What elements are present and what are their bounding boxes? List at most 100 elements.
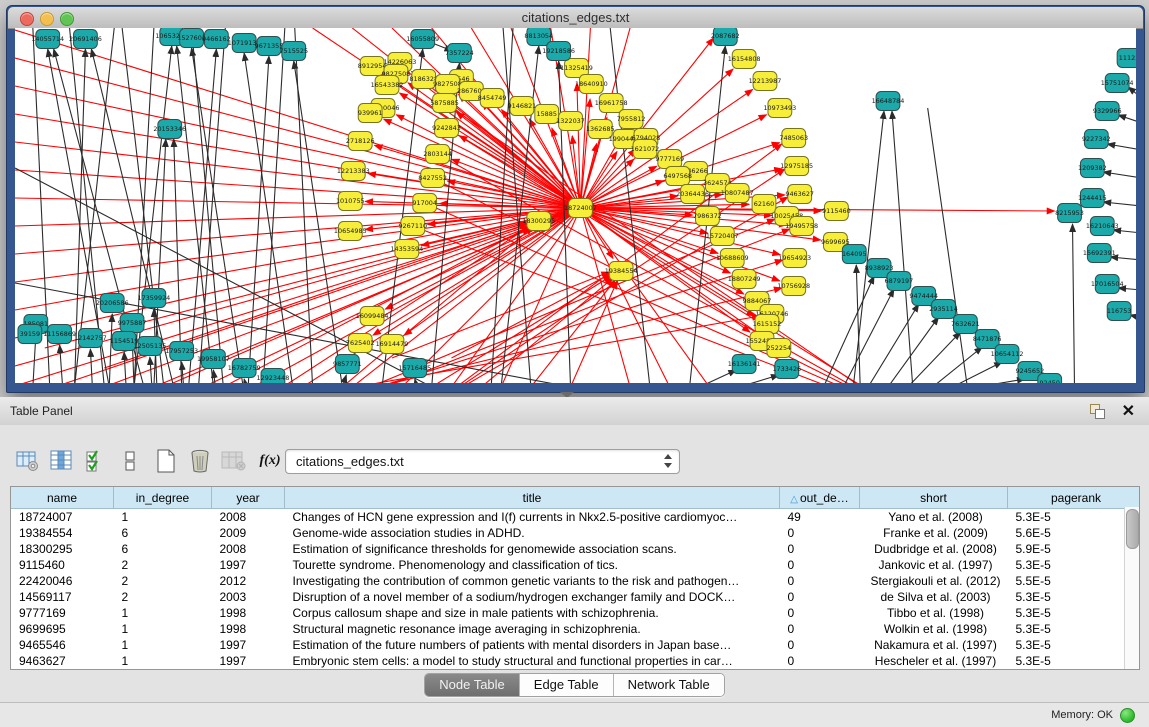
graph-node-yellow[interactable]: 7955812 bbox=[617, 110, 646, 129]
table-cell[interactable]: 6 bbox=[114, 541, 212, 557]
delete-table-icon[interactable] bbox=[186, 448, 214, 474]
graph-edge[interactable] bbox=[928, 108, 968, 383]
row-height-icon[interactable] bbox=[116, 448, 144, 474]
table-cell[interactable]: 2012 bbox=[212, 573, 285, 589]
graph-node-yellow[interactable]: 10688609 bbox=[716, 249, 749, 268]
graph-node-teal[interactable]: 1733426 bbox=[772, 360, 801, 379]
table-row[interactable]: 946554611997Estimation of the future num… bbox=[11, 637, 1140, 653]
graph-node-yellow[interactable]: 8454749 bbox=[478, 89, 507, 108]
table-cell[interactable]: Dudbridge et al. (2008) bbox=[860, 541, 1008, 557]
table-cell[interactable]: 9777169 bbox=[11, 605, 114, 621]
graph-node-teal[interactable]: 16136141 bbox=[728, 355, 761, 374]
table-cell[interactable]: 1 bbox=[114, 621, 212, 637]
table-row[interactable]: 911546021997Tourette syndrome. Phenomeno… bbox=[11, 557, 1140, 573]
table-cell[interactable]: Franke et al. (2009) bbox=[860, 525, 1008, 541]
table-cell[interactable]: Wolkin et al. (1998) bbox=[860, 621, 1008, 637]
graph-node-yellow[interactable]: 12975185 bbox=[780, 157, 813, 176]
table-cell[interactable]: 0 bbox=[780, 605, 860, 621]
graph-node-teal[interactable]: 11123 bbox=[1117, 49, 1136, 68]
graph-node-yellow[interactable]: 1615152 bbox=[753, 315, 782, 334]
select-all-columns-icon[interactable] bbox=[82, 448, 110, 474]
graph-node-yellow[interactable]: 9242843 bbox=[432, 119, 461, 138]
table-cell[interactable]: 18724007 bbox=[11, 509, 114, 526]
column-header-pagerank[interactable]: pagerank bbox=[1008, 487, 1141, 509]
table-cell[interactable]: 0 bbox=[780, 573, 860, 589]
column-header-short[interactable]: short bbox=[860, 487, 1008, 509]
tab-network-table[interactable]: Network Table bbox=[614, 674, 724, 696]
column-header-title[interactable]: title bbox=[285, 487, 780, 509]
graph-edge[interactable] bbox=[392, 272, 609, 358]
graph-edge[interactable] bbox=[15, 208, 580, 254]
scrollbar-thumb[interactable] bbox=[1126, 509, 1139, 549]
graph-edge[interactable] bbox=[90, 349, 92, 383]
graph-node-yellow[interactable]: 14353594 bbox=[390, 240, 423, 259]
graph-node-teal[interactable]: 12505135 bbox=[134, 337, 167, 356]
graph-node-teal[interactable]: 9329966 bbox=[1093, 102, 1122, 121]
table-cell[interactable]: 22420046 bbox=[11, 573, 114, 589]
table-row[interactable]: 1872400712008Changes of HCN gene express… bbox=[11, 509, 1140, 526]
graph-edge[interactable] bbox=[739, 375, 779, 383]
graph-node-teal[interactable]: 17957253 bbox=[165, 342, 198, 361]
graph-node-yellow[interactable]: 7625402 bbox=[346, 334, 375, 353]
graph-node-teal[interactable]: 6879197 bbox=[885, 272, 914, 291]
graph-edge[interactable] bbox=[402, 208, 581, 383]
graph-node-yellow[interactable]: 12213987 bbox=[749, 72, 782, 91]
table-cell[interactable]: 5.3E-5 bbox=[1008, 509, 1141, 526]
graph-node-teal[interactable]: 10654112 bbox=[991, 345, 1024, 364]
column-header-year[interactable]: year bbox=[212, 487, 285, 509]
table-cell[interactable]: 5.6E-5 bbox=[1008, 525, 1141, 541]
graph-node-yellow[interactable]: 6497568 bbox=[663, 167, 692, 186]
table-cell[interactable]: 1 bbox=[114, 605, 212, 621]
graph-edge[interactable] bbox=[15, 142, 580, 208]
graph-node-yellow[interactable]: 9146821 bbox=[508, 97, 537, 116]
graph-node-teal[interactable]: 15751074 bbox=[1101, 74, 1134, 93]
graph-node-teal[interactable]: 20691406 bbox=[69, 30, 102, 49]
graph-node-teal[interactable]: 19218586 bbox=[542, 42, 575, 61]
table-row[interactable]: 2242004622012Investigating the contribut… bbox=[11, 573, 1140, 589]
graph-node-teal[interactable]: 17016504 bbox=[1091, 275, 1124, 294]
graph-node-yellow[interactable]: 10756928 bbox=[777, 277, 810, 296]
table-cell[interactable]: 18300295 bbox=[11, 541, 114, 557]
table-cell[interactable]: 9115460 bbox=[11, 557, 114, 573]
table-cell[interactable]: 1997 bbox=[212, 557, 285, 573]
table-cell[interactable]: 19384554 bbox=[11, 525, 114, 541]
graph-edge[interactable] bbox=[109, 314, 112, 383]
graph-edge[interactable] bbox=[1118, 288, 1136, 290]
graph-edge[interactable] bbox=[843, 289, 894, 383]
graph-node-yellow[interactable]: 12213383 bbox=[337, 162, 370, 181]
graph-node-yellow[interactable]: 5875885 bbox=[430, 94, 459, 113]
table-cell[interactable]: 0 bbox=[780, 541, 860, 557]
graph-node-yellow[interactable]: 16914479 bbox=[376, 335, 409, 354]
graph-node-teal[interactable]: 8215953 bbox=[1055, 204, 1084, 223]
graph-edge[interactable] bbox=[295, 28, 313, 383]
table-cell[interactable]: Embryonic stem cells: a model to study s… bbox=[285, 653, 780, 669]
table-scrollbar[interactable] bbox=[1124, 507, 1139, 669]
table-cell[interactable]: de Silva et al. (2003) bbox=[860, 589, 1008, 605]
table-cell[interactable]: Disruption of a novel member of a sodium… bbox=[285, 589, 780, 605]
memory-indicator-icon[interactable] bbox=[1120, 708, 1135, 723]
table-cell[interactable]: 2 bbox=[114, 589, 212, 605]
table-cell[interactable]: 2008 bbox=[212, 509, 285, 526]
table-cell[interactable]: 1997 bbox=[212, 637, 285, 653]
graph-node-yellow[interactable]: 62160 bbox=[752, 195, 776, 214]
graph-node-yellow[interactable]: 19654923 bbox=[778, 249, 811, 268]
graph-edge[interactable] bbox=[977, 379, 1025, 383]
graph-edge[interactable] bbox=[15, 198, 580, 208]
graph-node-yellow[interactable]: 252254 bbox=[767, 339, 792, 358]
graph-node-teal[interactable]: 17359924 bbox=[137, 289, 170, 308]
graph-node-teal[interactable]: 15716485 bbox=[398, 359, 431, 378]
graph-node-yellow[interactable]: 20364436 bbox=[676, 185, 709, 204]
graph-node-teal[interactable]: 20206586 bbox=[96, 294, 129, 313]
graph-edge[interactable] bbox=[908, 332, 961, 383]
graph-node-teal[interactable]: 2935114 bbox=[929, 300, 958, 319]
graph-edge[interactable] bbox=[124, 352, 126, 383]
graph-node-yellow[interactable]: 16543382 bbox=[371, 76, 404, 95]
graph-node-teal[interactable]: 12142757 bbox=[74, 329, 107, 348]
graph-node-yellow[interactable]: 18724007 bbox=[564, 199, 597, 218]
table-cell[interactable]: Corpus callosum shape and size in male p… bbox=[285, 605, 780, 621]
table-cell[interactable]: Nakamura et al. (1997) bbox=[860, 637, 1008, 653]
table-cell[interactable]: Stergiakouli et al. (2012) bbox=[860, 573, 1008, 589]
table-cell[interactable]: 2 bbox=[114, 557, 212, 573]
graph-node-yellow[interactable]: 939961 bbox=[358, 104, 383, 123]
graph-node-teal[interactable]: 7357224 bbox=[445, 44, 474, 63]
